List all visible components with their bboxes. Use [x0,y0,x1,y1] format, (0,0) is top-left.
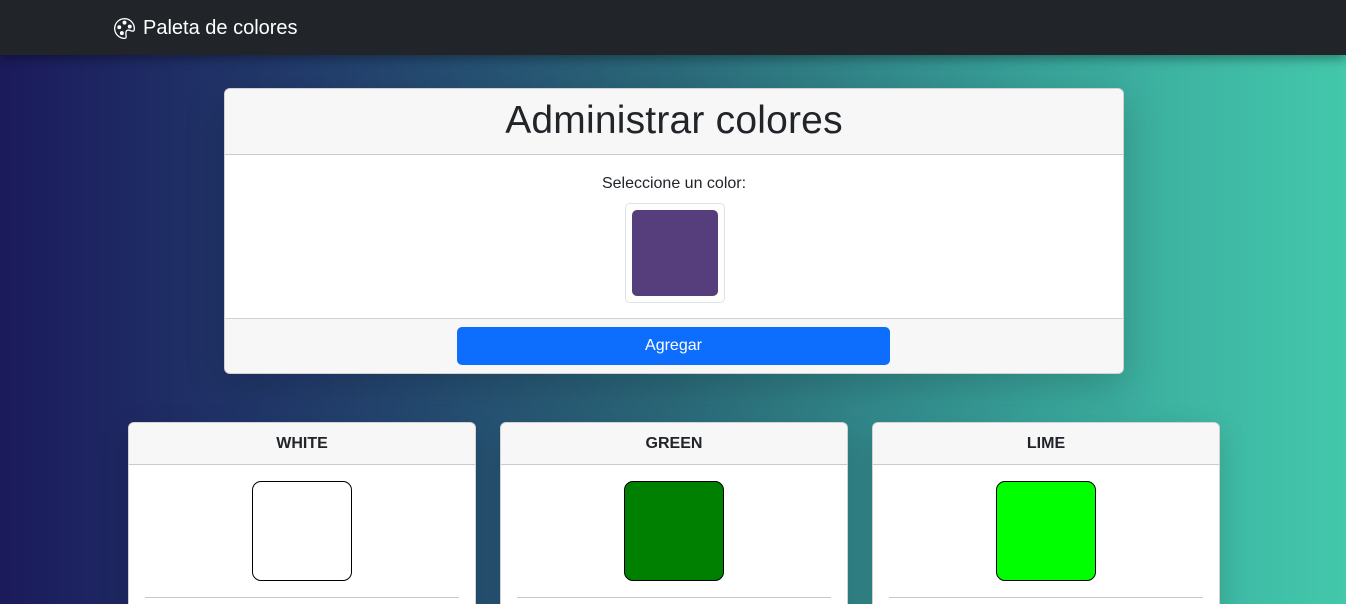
color-swatch [996,481,1096,581]
form-body: Seleccione un color: [225,155,1123,319]
form-footer: Agregar [225,319,1123,373]
color-card-lime: LIME [872,422,1220,604]
brand-text: Paleta de colores [143,16,298,39]
navbar-brand[interactable]: Paleta de colores [114,16,298,40]
color-picker-input[interactable] [625,203,725,303]
color-card-white: WHITE [128,422,476,604]
color-label: Seleccione un color: [601,175,747,192]
color-name: WHITE [129,423,475,465]
add-color-button[interactable]: Agregar [457,327,890,365]
color-name: LIME [873,423,1219,465]
divider [517,597,831,598]
color-swatch [624,481,724,581]
color-form-card: Administrar colores Seleccione un color:… [224,88,1124,374]
navbar: Paleta de colores [0,0,1346,55]
color-card-green: GREEN [500,422,848,604]
color-name: GREEN [501,423,847,465]
divider [145,597,459,598]
form-header: Administrar colores [225,89,1123,155]
divider [889,597,1203,598]
page-title: Administrar colores [505,98,843,142]
palette-icon [114,17,135,39]
color-picker-swatch [632,210,718,296]
color-swatch [252,481,352,581]
